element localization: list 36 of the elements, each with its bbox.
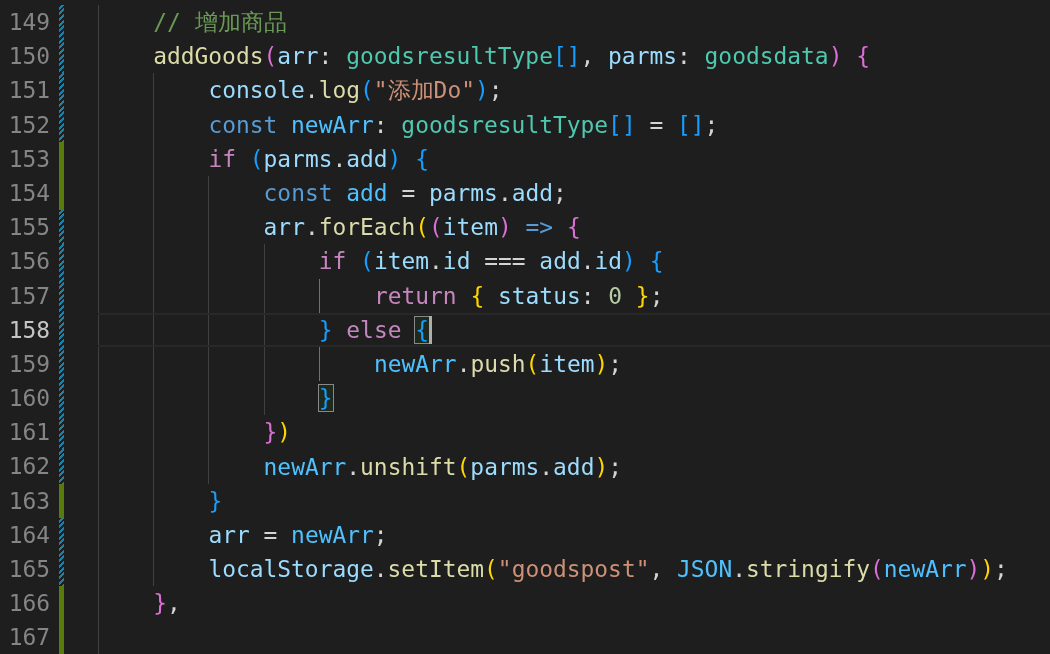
line-number: 162 xyxy=(7,452,50,482)
code-line: } else { xyxy=(318,315,430,345)
line-number: 149 xyxy=(7,8,50,37)
line-number: 152 xyxy=(7,110,50,140)
line-number: 166 xyxy=(7,589,50,619)
line-number: 153 xyxy=(7,144,50,174)
line-number: 157 xyxy=(7,281,50,311)
line-number: 163 xyxy=(7,486,50,516)
line-number: 156 xyxy=(7,247,50,277)
code-line: } xyxy=(208,486,223,516)
code-line: }, xyxy=(153,589,181,619)
code-line: newArr.unshift(parms.add); xyxy=(263,452,622,482)
code-line: newArr.push(item); xyxy=(373,349,623,379)
line-number: 165 xyxy=(7,555,50,584)
line-number: 167 xyxy=(7,623,50,653)
line-number: 159 xyxy=(7,349,50,379)
code-line: if (parms.add) { xyxy=(208,144,429,174)
code-line: const newArr: goodsresultType[] = []; xyxy=(208,110,719,140)
code-line: }) xyxy=(263,418,292,448)
code-line: const add = parms.add; xyxy=(263,179,567,209)
code-line: addGoods(arr: goodsresultType[], parms: goodsdata) { xyxy=(153,42,870,72)
line-number: 150 xyxy=(7,42,50,72)
line-number: 161 xyxy=(7,418,50,448)
code-line: arr.forEach((item) => { xyxy=(263,213,581,243)
line-number: 151 xyxy=(7,76,50,106)
line-number: 155 xyxy=(7,213,50,243)
line-number: 158 xyxy=(7,315,50,345)
code-line: if (item.id === add.id) { xyxy=(318,247,664,277)
code-line: arr = newArr; xyxy=(208,520,388,550)
line-number: 164 xyxy=(7,520,50,550)
code-line: // 增加商品 xyxy=(153,8,287,38)
code-line: return { status: 0 }; xyxy=(373,281,664,311)
line-number: 160 xyxy=(7,384,50,414)
code-line: console.log("添加Do"); xyxy=(208,76,503,106)
code-line: localStorage.setItem("goodspost", JSON.stringify(newArr)); xyxy=(208,555,1008,585)
line-number: 154 xyxy=(7,178,50,208)
